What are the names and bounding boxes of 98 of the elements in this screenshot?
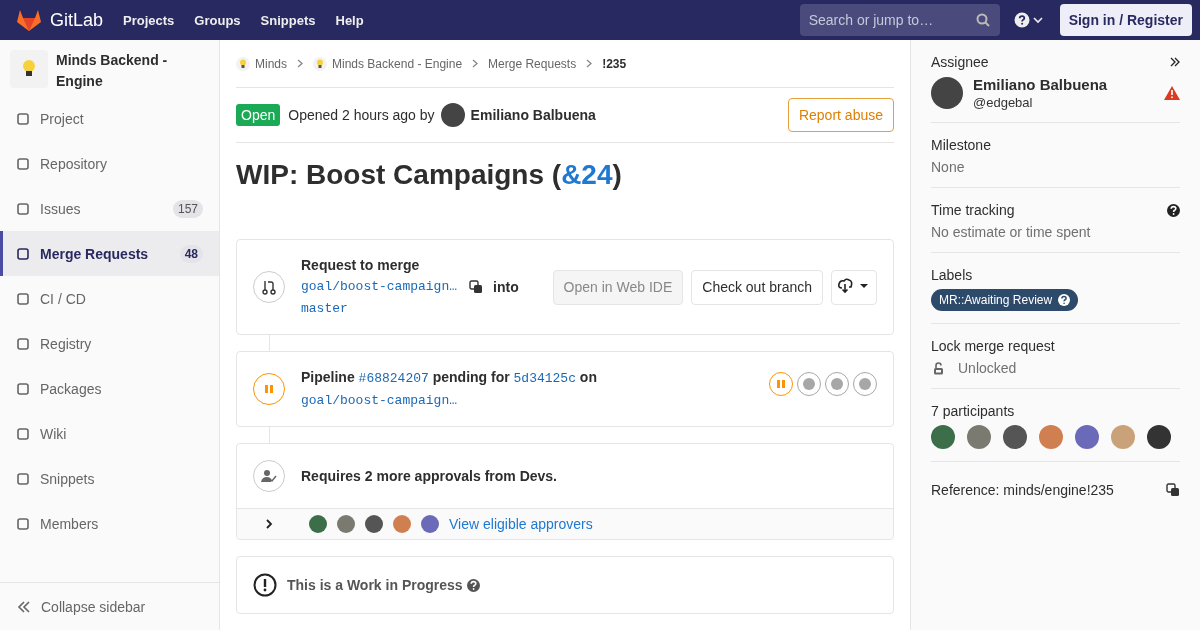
copy-icon[interactable]	[469, 280, 484, 294]
help-icon[interactable]	[1058, 294, 1071, 306]
breadcrumb-link[interactable]: !235	[602, 56, 627, 71]
menu-item-icon	[16, 336, 30, 351]
check-out-branch-button[interactable]: Check out branch	[691, 269, 823, 305]
double-chevron-icon	[17, 600, 31, 613]
username: @edgebal	[973, 95, 1034, 110]
epic-link[interactable]: &24	[561, 159, 613, 190]
opened-text: Opened 2 hours ago by	[288, 107, 435, 123]
download-dropdown-button[interactable]	[831, 269, 877, 305]
menu-item-icon	[16, 381, 30, 396]
merge-request-title: WIP: Boost Campaigns (&24)	[236, 159, 623, 191]
avatar	[440, 103, 465, 127]
breadcrumb-link[interactable]: Minds	[255, 56, 287, 71]
menu-item-icon	[16, 291, 30, 306]
fox-logo-icon[interactable]	[16, 8, 42, 32]
cloud-download-icon	[838, 277, 853, 293]
into-text: into	[493, 278, 519, 296]
avatar	[337, 515, 355, 533]
unlocked-icon	[933, 361, 944, 375]
menu-item-icon	[16, 246, 30, 261]
source-branch-link[interactable]: goal/boost-campaign…	[301, 278, 458, 296]
scoped-label[interactable]: MR::Awaiting Review	[931, 289, 1079, 311]
help-icon[interactable]	[1167, 203, 1180, 217]
avatar[interactable]	[1147, 425, 1171, 449]
sidebar-item[interactable]: Issues 157	[0, 186, 219, 231]
search-field[interactable]: Search or jump to…	[799, 4, 1000, 36]
chevron-right-icon	[586, 59, 593, 68]
avatar	[421, 515, 439, 533]
copy-icon[interactable]	[1166, 483, 1180, 497]
avatar	[931, 77, 963, 109]
warning-circle-icon	[253, 573, 277, 597]
breadcrumb-link[interactable]: Minds Backend - Engine	[332, 56, 463, 71]
assignee-label: Assignee	[931, 54, 989, 70]
chevron-right-icon	[472, 59, 479, 68]
lock-value: Unlocked	[958, 360, 1017, 376]
nav-link[interactable]: Projects	[123, 12, 175, 28]
lightbulb-icon	[10, 50, 48, 88]
author-link[interactable]: Emiliano Balbuena	[470, 107, 596, 123]
sidebar-item[interactable]: Packages	[0, 366, 219, 411]
warning-icon	[1164, 86, 1180, 100]
view-approvers-link[interactable]: View eligible approvers	[449, 516, 593, 532]
nav-link[interactable]: Groups	[194, 12, 241, 28]
sidebar-item[interactable]: Snippets	[0, 456, 219, 501]
lock-label: Lock merge request	[931, 338, 1056, 354]
avatar	[309, 515, 327, 533]
web-ide-button[interactable]: Open in Web IDE	[552, 269, 684, 305]
sign-in-button[interactable]: Sign in / Register	[1059, 4, 1192, 36]
menu-item-icon	[16, 156, 30, 171]
status-badge: Open	[236, 104, 281, 126]
menu-item-icon	[16, 201, 30, 216]
lightbulb-icon	[236, 56, 250, 71]
avatar	[393, 515, 411, 533]
menu-item-icon	[16, 111, 30, 126]
menu-item-icon	[16, 516, 30, 531]
nav-link[interactable]: Help	[335, 12, 364, 28]
assignee-name[interactable]: Emiliano Balbuena	[973, 76, 1108, 93]
caret-icon	[860, 283, 868, 288]
project-name[interactable]: Minds Backend - Engine	[56, 50, 209, 92]
report-abuse-button[interactable]: Report abuse	[787, 98, 894, 132]
chevron-right-icon[interactable]	[265, 519, 273, 529]
labels-label: Labels	[931, 267, 974, 283]
count-badge: 48	[179, 244, 203, 263]
avatar[interactable]	[931, 425, 955, 449]
branch-link[interactable]: goal/boost-campaign…	[301, 392, 458, 410]
sidebar-item[interactable]: CI / CD	[0, 276, 219, 321]
sidebar-item[interactable]: Members	[0, 501, 219, 546]
approvals-text: Requires 2 more approvals from Devs.	[301, 468, 557, 484]
time-tracking-value: No estimate or time spent	[931, 224, 1092, 240]
help-dropdown-icon[interactable]	[1013, 12, 1046, 28]
avatar	[365, 515, 383, 533]
pipeline-status-text: Pipeline #68824207 pending for 5d34125c on	[301, 368, 597, 388]
breadcrumb-link[interactable]: Merge Requests	[488, 56, 577, 71]
menu-item-icon	[16, 471, 30, 486]
time-tracking-label: Time tracking	[931, 202, 1015, 218]
sidebar-item[interactable]: Project	[0, 96, 219, 141]
sidebar-item[interactable]: Repository	[0, 141, 219, 186]
nav-link[interactable]: Snippets	[260, 12, 316, 28]
logo-text[interactable]: GitLab	[50, 9, 104, 31]
search-icon	[975, 13, 990, 27]
count-badge: 157	[172, 199, 203, 218]
milestone-label: Milestone	[931, 137, 992, 153]
menu-item-icon	[16, 426, 30, 441]
sidebar-item[interactable]: Merge Requests 48	[0, 231, 219, 276]
widget-heading: Request to merge	[301, 256, 420, 274]
milestone-value: None	[931, 159, 966, 175]
sidebar-item[interactable]: Wiki	[0, 411, 219, 456]
participants-label: 7 participants	[931, 403, 1016, 419]
help-icon[interactable]	[466, 578, 480, 592]
target-branch-link[interactable]: master	[301, 300, 348, 318]
sidebar-item[interactable]: Registry	[0, 321, 219, 366]
reference-text: Reference: minds/engine!235	[931, 482, 1114, 498]
chevron-right-icon	[297, 59, 303, 68]
collapse-sidebar-link[interactable]: Collapse sidebar	[0, 582, 219, 630]
avatar[interactable]	[1003, 425, 1027, 449]
wip-text: This is a Work in Progress	[287, 577, 463, 593]
lightbulb-icon	[313, 56, 327, 71]
double-chevron-icon[interactable]	[1170, 57, 1180, 67]
